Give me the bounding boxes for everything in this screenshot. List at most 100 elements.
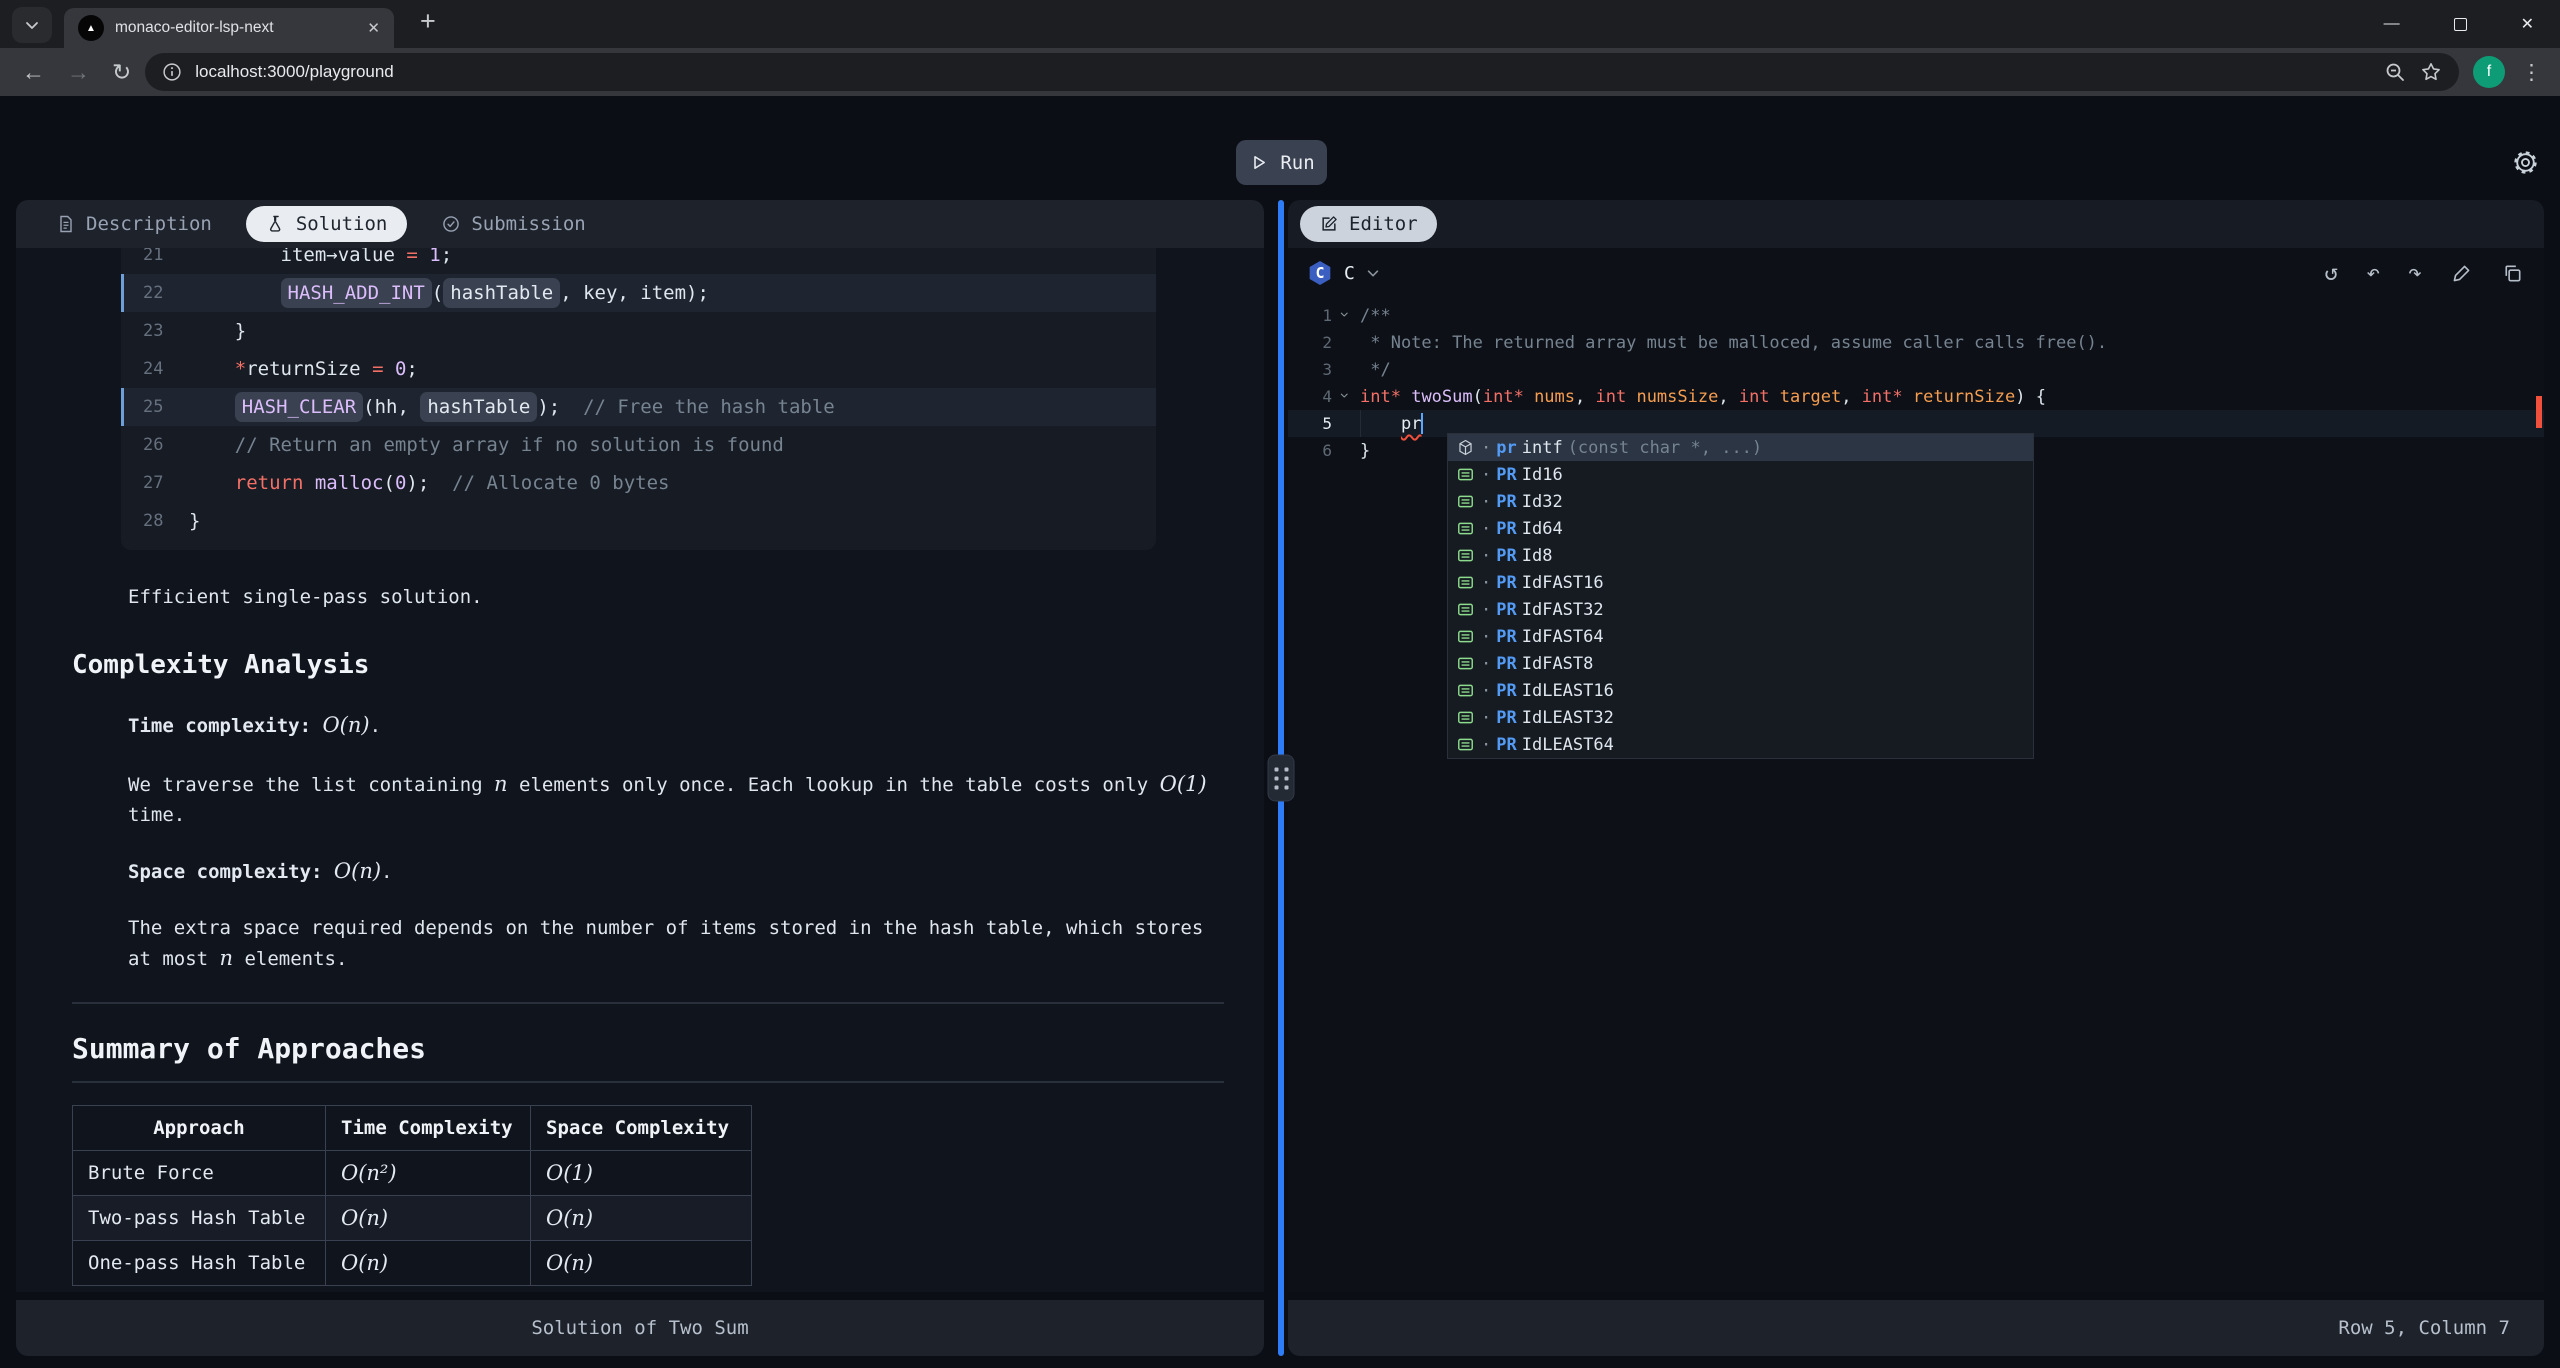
copy-icon[interactable] bbox=[2501, 262, 2524, 285]
window-minimize-button[interactable]: — bbox=[2384, 15, 2400, 33]
settings-gear-icon[interactable] bbox=[2511, 148, 2540, 177]
reload-icon[interactable]: ↻ bbox=[112, 59, 131, 86]
line-number: 23 bbox=[121, 321, 189, 341]
format-icon[interactable] bbox=[2450, 262, 2473, 285]
tab-editor[interactable]: Editor bbox=[1300, 206, 1437, 242]
field-icon bbox=[1455, 626, 1476, 647]
suggest-item[interactable]: ·PRIdLEAST16 bbox=[1448, 677, 2033, 704]
editor-line[interactable]: 1/** bbox=[1288, 302, 2544, 329]
code-line: 22 HASH_ADD_INT(hashTable, key, item); bbox=[121, 274, 1156, 312]
line-number: 4 bbox=[1288, 387, 1332, 406]
indent-guide bbox=[1360, 410, 1361, 437]
line-number: 6 bbox=[1288, 441, 1332, 460]
play-icon bbox=[1248, 152, 1269, 173]
suggest-item[interactable]: ·PRIdFAST32 bbox=[1448, 596, 2033, 623]
browser-window: ▲ monaco-editor-lsp-next ✕ + — ✕ ← → ↻ l… bbox=[0, 0, 2560, 1368]
field-icon bbox=[1455, 545, 1476, 566]
left-panel-tabbar: Description Solution Submission bbox=[16, 200, 1264, 248]
suggest-item[interactable]: ·PRIdFAST16 bbox=[1448, 569, 2033, 596]
suggest-item[interactable]: ·PRIdLEAST32 bbox=[1448, 704, 2033, 731]
window-maximize-button[interactable] bbox=[2454, 18, 2467, 31]
problem-title: Solution of Two Sum bbox=[531, 1317, 748, 1339]
redo-icon[interactable]: ↷ bbox=[2408, 262, 2422, 285]
suggest-item[interactable]: ·PRIdFAST64 bbox=[1448, 623, 2033, 650]
suggest-item[interactable]: ·printf(const char *, ...) bbox=[1448, 434, 2033, 461]
editor-toolbar: C C ↺ ↶ ↷ bbox=[1288, 248, 2544, 298]
suggest-item[interactable]: ·PRId64 bbox=[1448, 515, 2033, 542]
editor-line[interactable]: 2 * Note: The returned array must be mal… bbox=[1288, 329, 2544, 356]
suggest-item[interactable]: ·PRId32 bbox=[1448, 488, 2033, 515]
left-code-lines: 21 item→value = 1;22 HASH_ADD_INT(hashTa… bbox=[121, 248, 1156, 540]
field-icon bbox=[1455, 707, 1476, 728]
right-panel-footer: Row 5, Column 7 bbox=[1288, 1300, 2544, 1356]
left-panel-footer: Solution of Two Sum bbox=[16, 1300, 1264, 1356]
text-cursor bbox=[1421, 413, 1423, 434]
back-icon[interactable]: ← bbox=[22, 59, 45, 86]
tab-description[interactable]: Description bbox=[56, 213, 212, 235]
language-chevron-icon[interactable] bbox=[1365, 265, 1381, 281]
fold-chevron-icon[interactable] bbox=[1332, 390, 1360, 404]
tab-solution[interactable]: Solution bbox=[246, 206, 408, 242]
zoom-icon[interactable] bbox=[2383, 60, 2407, 84]
line-number: 21 bbox=[121, 248, 189, 265]
solution-prose: Efficient single-pass solution.Complexit… bbox=[72, 554, 1224, 1286]
window-controls: — ✕ bbox=[2384, 0, 2560, 48]
code-line: 23 } bbox=[121, 312, 1156, 350]
field-icon bbox=[1455, 464, 1476, 485]
suggest-item[interactable]: ·PRId8 bbox=[1448, 542, 2033, 569]
browser-tab[interactable]: ▲ monaco-editor-lsp-next ✕ bbox=[64, 8, 394, 48]
language-select-label[interactable]: C bbox=[1344, 263, 1355, 284]
panel-resize-divider[interactable] bbox=[1278, 200, 1284, 1356]
code-line: 25 HASH_CLEAR(hh, hashTable); // Free th… bbox=[121, 388, 1156, 426]
overview-ruler-error-marker bbox=[2536, 396, 2542, 428]
profile-avatar[interactable]: f bbox=[2473, 56, 2505, 88]
line-number: 26 bbox=[121, 435, 189, 455]
table-header: Approach bbox=[73, 1106, 326, 1151]
editor-line[interactable]: 4int* twoSum(int* nums, int numsSize, in… bbox=[1288, 383, 2544, 410]
tab-label: Description bbox=[86, 213, 212, 235]
check-circle-icon bbox=[441, 214, 461, 234]
browser-menu-icon[interactable]: ⋮ bbox=[2521, 60, 2542, 84]
table-cell: Brute Force bbox=[73, 1151, 326, 1196]
resize-grip-handle[interactable] bbox=[1268, 755, 1295, 802]
table-cell: O(n) bbox=[326, 1196, 531, 1241]
cursor-position-status: Row 5, Column 7 bbox=[2338, 1317, 2510, 1339]
fold-chevron-icon[interactable] bbox=[1332, 309, 1360, 323]
window-close-button[interactable]: ✕ bbox=[2521, 14, 2534, 34]
solution-content: 21 item→value = 1;22 HASH_ADD_INT(hashTa… bbox=[16, 248, 1264, 1292]
suggest-item[interactable]: ·PRIdFAST8 bbox=[1448, 650, 2033, 677]
flask-icon bbox=[266, 214, 286, 234]
suggest-item[interactable]: ·PRIdLEAST64 bbox=[1448, 731, 2033, 758]
line-number: 25 bbox=[121, 397, 189, 417]
suggest-item[interactable]: ·PRId16 bbox=[1448, 461, 2033, 488]
line-number: 28 bbox=[121, 511, 189, 531]
line-number: 3 bbox=[1288, 360, 1332, 379]
url-bar[interactable]: localhost:3000/playground bbox=[145, 53, 2459, 91]
editor-line[interactable]: 3 */ bbox=[1288, 356, 2544, 383]
new-tab-button[interactable]: + bbox=[420, 6, 436, 37]
forward-icon[interactable]: → bbox=[67, 59, 90, 86]
field-icon bbox=[1455, 653, 1476, 674]
tab-label: Submission bbox=[471, 213, 585, 235]
bookmark-star-icon[interactable] bbox=[2419, 60, 2443, 84]
section-divider bbox=[72, 1002, 1224, 1004]
table-cell: O(n) bbox=[531, 1241, 752, 1286]
tab-submission[interactable]: Submission bbox=[441, 213, 585, 235]
tab-close-icon[interactable]: ✕ bbox=[367, 19, 380, 37]
undo-icon[interactable]: ↶ bbox=[2366, 262, 2380, 285]
paragraph: The extra space required depends on the … bbox=[128, 913, 1224, 974]
paragraph: Space complexity: O(n). bbox=[128, 856, 1224, 887]
site-info-icon[interactable] bbox=[161, 61, 183, 83]
table-cell: O(1) bbox=[531, 1151, 752, 1196]
table-header: Space Complexity bbox=[531, 1106, 752, 1151]
table-cell: O(n²) bbox=[326, 1151, 531, 1196]
url-text[interactable]: localhost:3000/playground bbox=[195, 62, 2371, 82]
autocomplete-widget: ·printf(const char *, ...)·PRId16·PRId32… bbox=[1447, 433, 2034, 759]
paragraph: We traverse the list containing n elemen… bbox=[128, 769, 1224, 830]
code-line: 28} bbox=[121, 502, 1156, 540]
table-row: Two-pass Hash TableO(n)O(n) bbox=[73, 1196, 752, 1241]
run-button[interactable]: Run bbox=[1236, 140, 1327, 185]
reset-icon[interactable]: ↺ bbox=[2324, 262, 2338, 285]
line-number: 24 bbox=[121, 359, 189, 379]
tab-search-chevron-icon[interactable] bbox=[12, 7, 52, 43]
